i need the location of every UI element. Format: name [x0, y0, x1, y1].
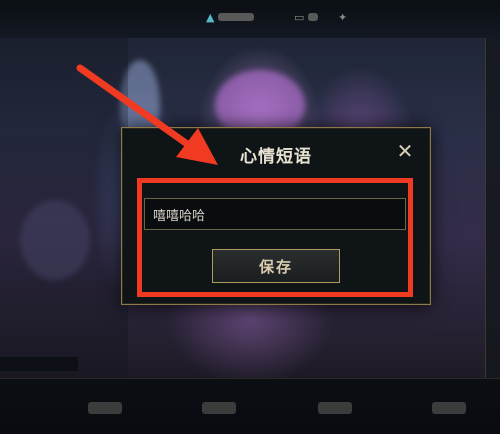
bottom-tab	[202, 402, 236, 414]
bottom-tab	[88, 402, 122, 414]
highlight-box	[137, 178, 413, 297]
top-bar-currency: ▲	[206, 10, 255, 24]
gear-icon: ✦	[338, 10, 348, 24]
mail-icon: ▭	[294, 10, 305, 24]
gem-icon: ▲	[206, 10, 215, 24]
bottom-bar	[0, 378, 500, 434]
right-strip	[485, 38, 500, 378]
blurred-text	[218, 13, 255, 21]
dialog-title: 心情短语	[240, 147, 312, 167]
bottom-tab	[432, 402, 466, 414]
blurred-text	[308, 13, 319, 21]
top-bar-mail: ▭	[294, 10, 319, 24]
bottom-tab	[318, 402, 352, 414]
blurred-tag	[0, 357, 78, 371]
left-panel	[0, 38, 128, 378]
top-bar-settings: ✦	[338, 10, 347, 24]
close-icon[interactable]: ✕	[394, 140, 416, 162]
